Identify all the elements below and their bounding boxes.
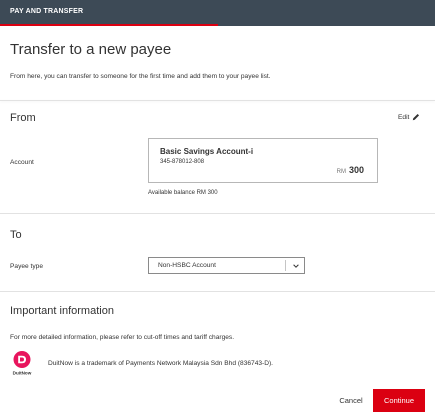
- edit-from-link[interactable]: Edit: [398, 113, 420, 121]
- continue-button[interactable]: Continue: [373, 389, 425, 412]
- select-separator: [285, 260, 286, 271]
- edit-label: Edit: [398, 113, 410, 121]
- account-name: Basic Savings Account-i: [160, 147, 254, 156]
- top-bar-accent-line: [0, 24, 218, 26]
- duitnow-logo: DuitNow: [13, 351, 32, 376]
- available-balance: Available balance RM 300: [148, 190, 218, 196]
- balance-amount: 300: [348, 165, 364, 175]
- payee-type-select[interactable]: Non-HSBC Account: [148, 257, 305, 274]
- account-label: Account: [10, 159, 34, 166]
- chevron-down-icon: [293, 264, 299, 268]
- page-intro: From here, you can transfer to someone f…: [10, 73, 271, 80]
- to-heading: To: [10, 229, 22, 241]
- pencil-icon: [413, 113, 420, 121]
- duitnow-logo-text: DuitNow: [13, 371, 32, 376]
- duitnow-trademark-text: DuitNow is a trademark of Payments Netwo…: [48, 360, 274, 367]
- payee-type-label: Payee type: [10, 263, 43, 270]
- account-balance: RM 300: [337, 165, 364, 175]
- important-info-text: For more detailed information, please re…: [10, 334, 235, 341]
- divider: [0, 291, 435, 292]
- account-card[interactable]: Basic Savings Account-i 345-878012-808 R…: [148, 138, 378, 183]
- cancel-button[interactable]: Cancel: [334, 391, 368, 411]
- divider: [0, 213, 435, 214]
- from-heading: From: [10, 112, 36, 124]
- balance-currency: RM: [336, 169, 346, 175]
- important-info-heading: Important information: [10, 305, 114, 317]
- payee-type-value: Non-HSBC Account: [158, 262, 216, 269]
- divider: [0, 100, 435, 101]
- account-number: 345-878012-808: [160, 159, 205, 165]
- top-bar-title: PAY AND TRANSFER: [10, 8, 84, 15]
- page-title: Transfer to a new payee: [10, 41, 172, 58]
- top-bar: PAY AND TRANSFER: [0, 0, 435, 26]
